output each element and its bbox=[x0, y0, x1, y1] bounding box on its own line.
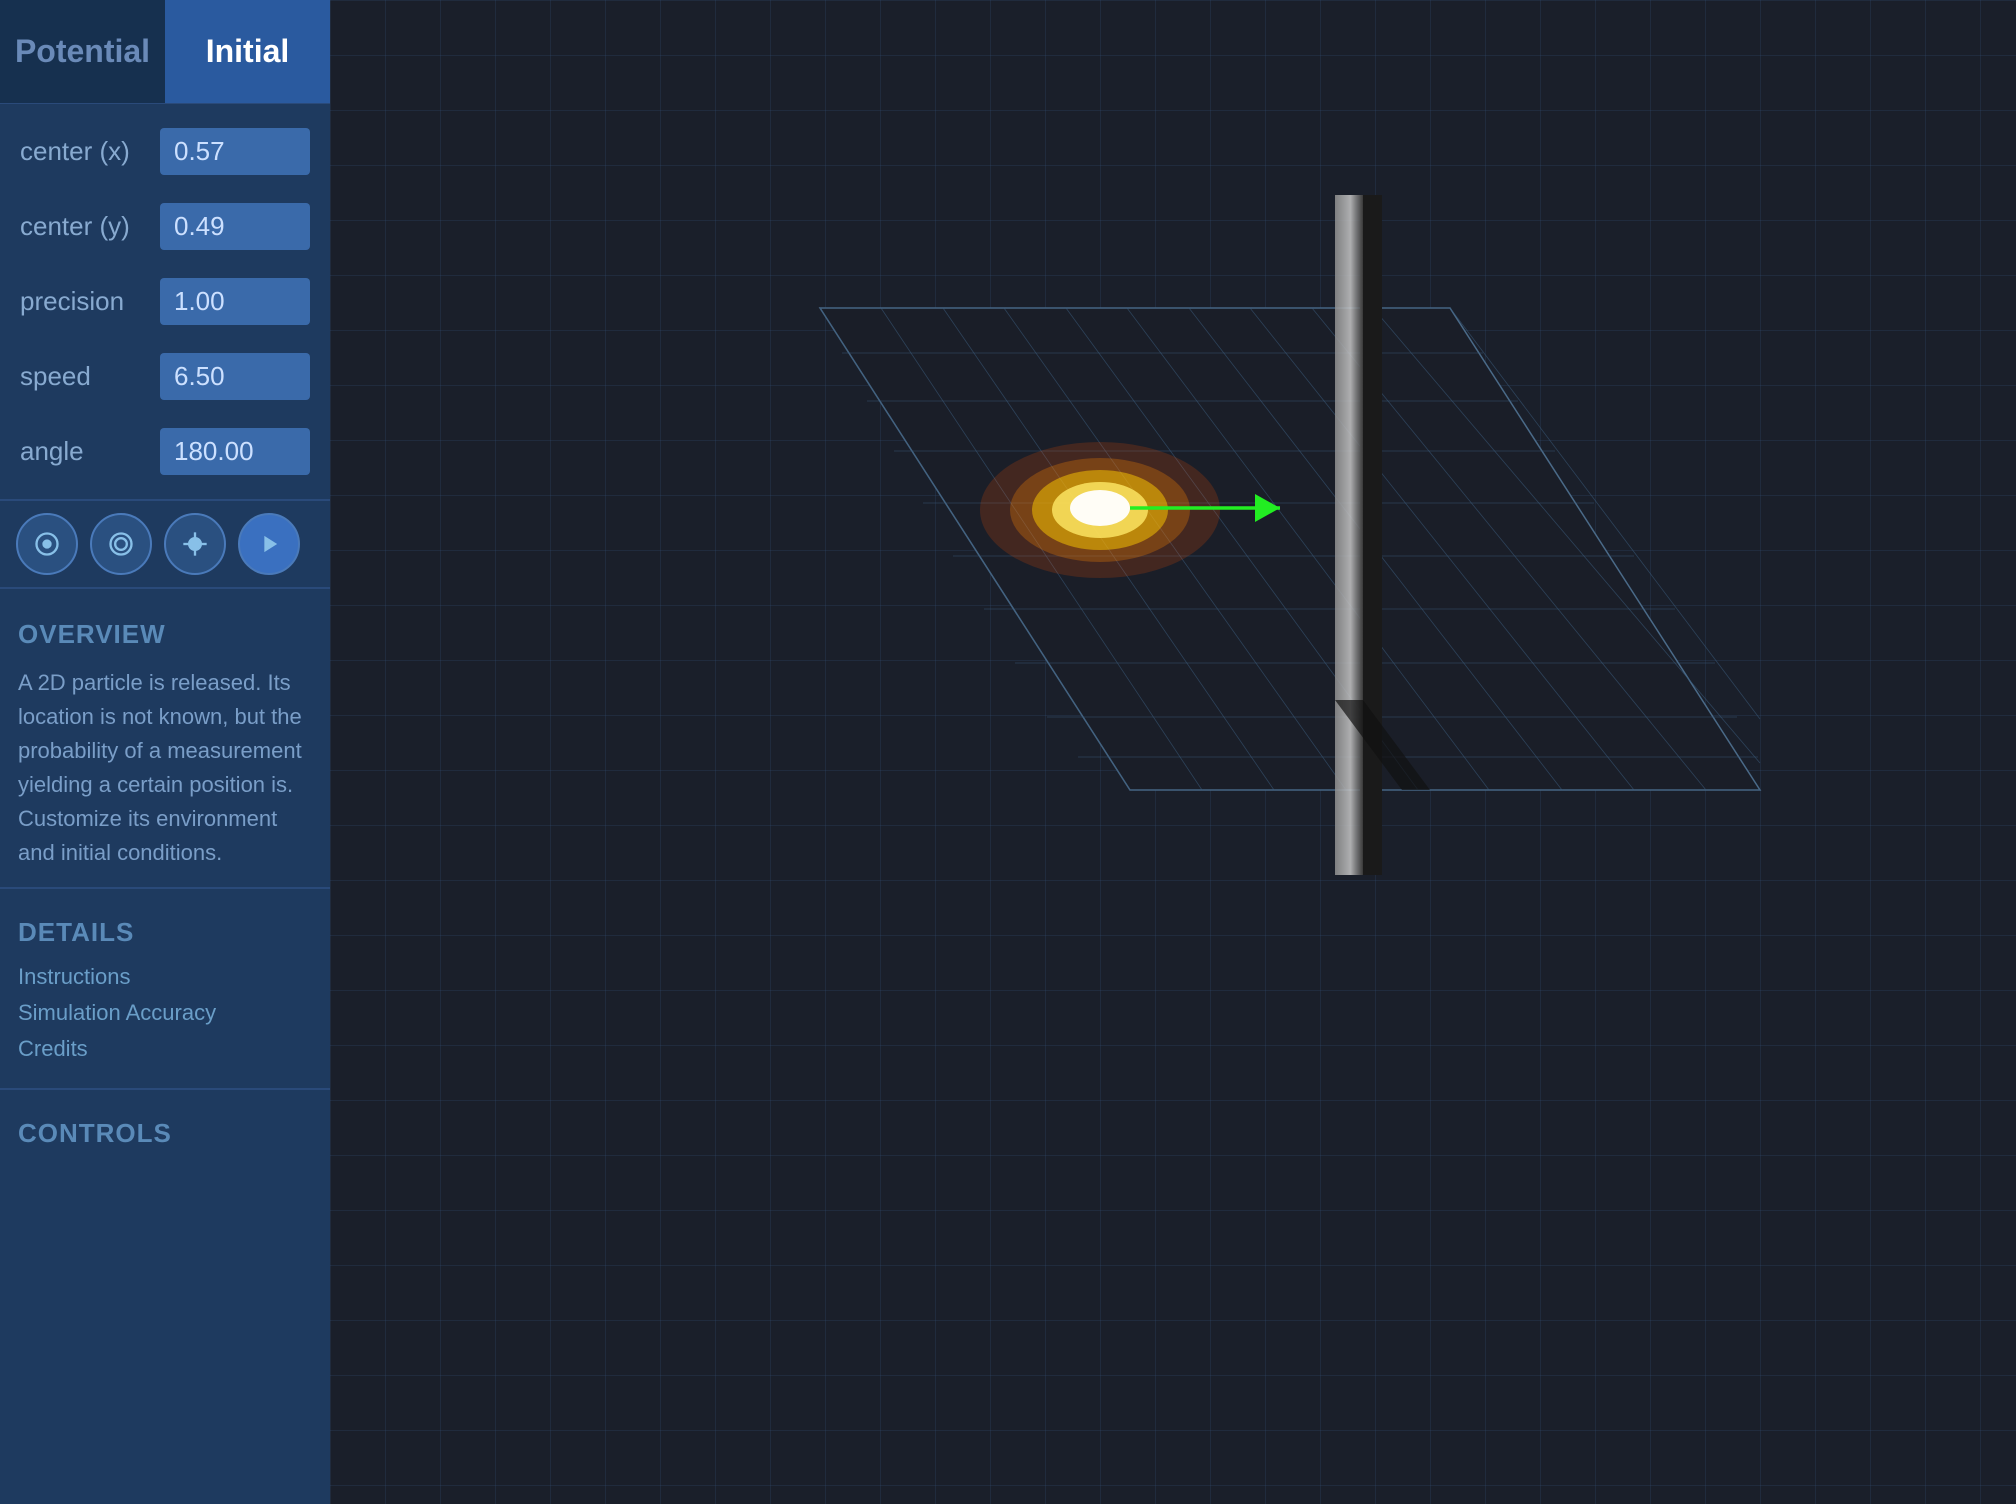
params-panel: center (x) 0.57 center (y) 0.49 precisio… bbox=[0, 104, 330, 501]
param-value-angle[interactable]: 180.00 bbox=[160, 428, 310, 475]
param-label-center-x: center (x) bbox=[20, 136, 150, 167]
reset-button[interactable] bbox=[16, 513, 78, 575]
param-value-center-y[interactable]: 0.49 bbox=[160, 203, 310, 250]
param-row-center-x: center (x) 0.57 bbox=[0, 114, 330, 189]
scene-svg bbox=[330, 0, 2016, 1504]
particle-core bbox=[1070, 490, 1130, 526]
overview-text: A 2D particle is released. Its location … bbox=[18, 666, 312, 871]
credits-link[interactable]: Credits bbox=[18, 1036, 312, 1062]
play-button[interactable] bbox=[238, 513, 300, 575]
overview-section: OVERVIEW A 2D particle is released. Its … bbox=[0, 589, 330, 889]
simulation-accuracy-link[interactable]: Simulation Accuracy bbox=[18, 1000, 312, 1026]
controls-section: CONTROLS bbox=[0, 1090, 330, 1181]
param-label-center-y: center (y) bbox=[20, 211, 150, 242]
param-row-precision: precision 1.00 bbox=[0, 264, 330, 339]
tab-potential[interactable]: Potential bbox=[0, 0, 165, 103]
param-value-center-x[interactable]: 0.57 bbox=[160, 128, 310, 175]
overview-title: OVERVIEW bbox=[18, 619, 312, 650]
viewport bbox=[330, 0, 2016, 1504]
param-row-speed: speed 6.50 bbox=[0, 339, 330, 414]
param-value-speed[interactable]: 6.50 bbox=[160, 353, 310, 400]
param-label-angle: angle bbox=[20, 436, 150, 467]
edit-button[interactable] bbox=[164, 513, 226, 575]
details-section: DETAILS Instructions Simulation Accuracy… bbox=[0, 889, 330, 1090]
param-row-angle: angle 180.00 bbox=[0, 414, 330, 489]
param-label-speed: speed bbox=[20, 361, 150, 392]
barrier-dark bbox=[1360, 195, 1382, 875]
simulation-plane bbox=[820, 308, 1760, 790]
instructions-link[interactable]: Instructions bbox=[18, 964, 312, 990]
tab-bar: Potential Initial bbox=[0, 0, 330, 104]
param-row-center-y: center (y) 0.49 bbox=[0, 189, 330, 264]
details-title: DETAILS bbox=[18, 917, 312, 948]
controls-section-title: CONTROLS bbox=[18, 1118, 312, 1149]
tab-initial[interactable]: Initial bbox=[165, 0, 330, 103]
controls-toolbar bbox=[0, 501, 330, 589]
param-label-precision: precision bbox=[20, 286, 150, 317]
target-button[interactable] bbox=[90, 513, 152, 575]
sidebar: Potential Initial center (x) 0.57 center… bbox=[0, 0, 330, 1504]
param-value-precision[interactable]: 1.00 bbox=[160, 278, 310, 325]
barrier-body bbox=[1335, 195, 1363, 875]
